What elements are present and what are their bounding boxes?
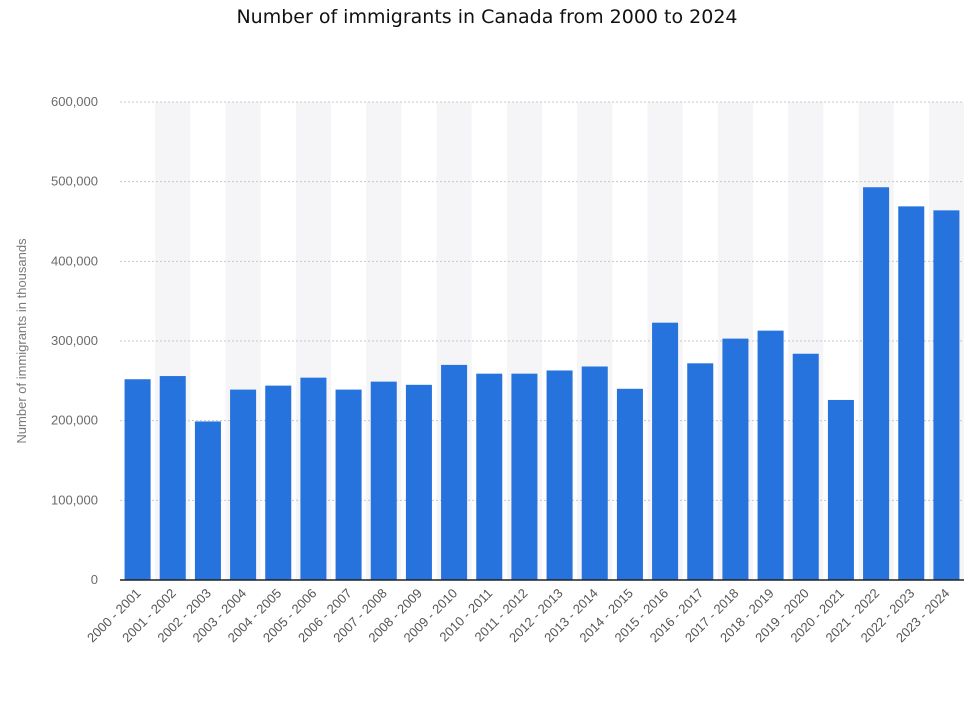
- y-tick-label: 200,000: [51, 413, 98, 428]
- bar: [124, 379, 151, 580]
- bar-chart: 0 100,000 200,000 300,000 400,000 500,000 600,…: [14, 94, 964, 646]
- bar: [511, 373, 538, 580]
- bar: [581, 366, 608, 580]
- bar: [757, 330, 784, 580]
- bar: [265, 385, 292, 580]
- y-axis-title: Number of immigrants in thousands: [14, 238, 29, 444]
- x-axis-ticks: 2000 - 20012001 - 20022002 - 20032003 - …: [84, 586, 953, 646]
- bar: [827, 399, 854, 580]
- bar: [546, 370, 573, 580]
- y-tick-label: 300,000: [51, 333, 98, 348]
- bar: [792, 353, 819, 580]
- bar: [335, 389, 362, 580]
- bar: [194, 421, 221, 580]
- bar: [652, 322, 679, 580]
- bar: [405, 384, 432, 580]
- bar: [476, 373, 503, 580]
- y-tick-label: 100,000: [51, 492, 98, 507]
- y-tick-label: 400,000: [51, 253, 98, 268]
- bar: [441, 364, 468, 580]
- bar: [933, 210, 960, 580]
- y-tick-label: 0: [91, 572, 98, 587]
- bar: [230, 389, 257, 580]
- bar: [300, 377, 327, 580]
- y-tick-label: 500,000: [51, 174, 98, 189]
- bar: [687, 363, 714, 580]
- bar: [863, 187, 890, 580]
- bar: [616, 388, 643, 580]
- bar: [722, 338, 749, 580]
- bar: [898, 206, 925, 580]
- bar: [159, 376, 186, 580]
- y-tick-label: 600,000: [51, 94, 98, 109]
- y-axis-ticks: 0 100,000 200,000 300,000 400,000 500,000 600,…: [51, 94, 98, 587]
- bar: [370, 381, 397, 580]
